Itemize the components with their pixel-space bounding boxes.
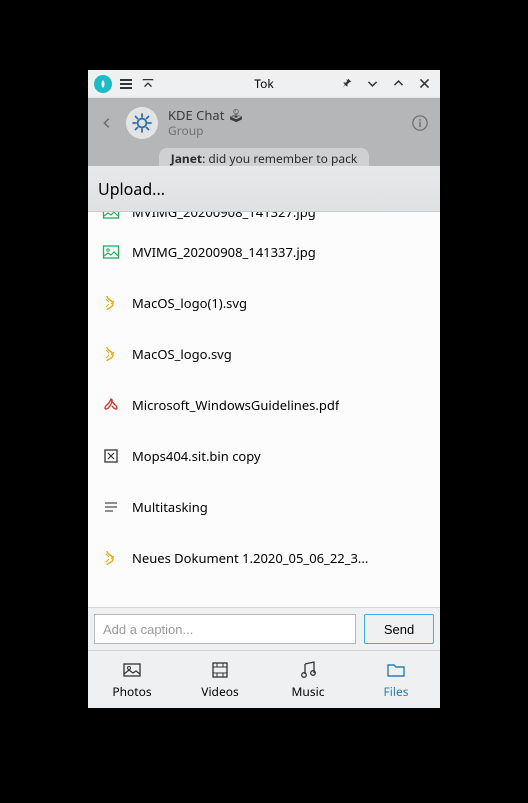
file-name: Mops404.sit.bin copy [132,447,261,465]
message-bubble: Janet: did you remember to pack [159,148,369,166]
pin-icon[interactable] [338,76,354,92]
caption-bar: Send [88,607,440,650]
file-row[interactable]: MVIMG_20200908_141337.jpg [88,226,440,277]
caption-input[interactable] [94,614,356,644]
file-row[interactable]: Multitasking [88,481,440,532]
hamburger-icon[interactable] [118,76,134,92]
info-icon[interactable] [410,113,430,133]
file-name: Microsoft_WindowsGuidelines.pdf [132,396,339,414]
bin-file-icon [102,447,120,465]
svg-file-icon [102,345,120,363]
file-row[interactable]: MVIMG_20200908_141327.jpg [88,212,440,226]
photos-icon [122,660,142,680]
back-icon[interactable] [98,114,116,132]
message-peek: Janet: did you remember to pack [88,148,440,166]
image-file-icon [102,212,120,221]
file-name: MVIMG_20200908_141337.jpg [132,243,316,261]
titlebar-right [338,76,440,92]
file-name: MVIMG_20200908_141327.jpg [132,212,316,221]
chat-avatar[interactable] [126,107,158,139]
text-file-icon [102,498,120,516]
chat-header: KDE Chat 🕹 Group [88,98,440,148]
file-row[interactable]: Microsoft_WindowsGuidelines.pdf [88,379,440,430]
tab-label: Photos [112,683,151,700]
music-icon [298,660,318,680]
svg-file-icon [102,549,120,567]
tab-music[interactable]: Music [264,651,352,708]
tab-photos[interactable]: Photos [88,651,176,708]
file-list[interactable]: MVIMG_20200908_141327.jpg MVIMG_20200908_… [88,212,440,607]
tab-label: Videos [201,683,238,700]
tab-label: Files [384,683,409,700]
app-window: Tok [88,70,440,708]
tab-label: Music [292,683,325,700]
tab-videos[interactable]: Videos [176,651,264,708]
svg-file-icon [102,294,120,312]
file-name: MacOS_logo.svg [132,345,232,363]
close-icon[interactable] [416,76,432,92]
message-sender: Janet [171,150,202,166]
file-row[interactable]: MacOS_logo(1).svg [88,277,440,328]
app-icon [94,75,112,93]
upload-header: Upload... [88,166,440,212]
titlebar: Tok [88,70,440,98]
upload-tabs: Photos Videos Music Files [88,650,440,708]
videos-icon [210,660,230,680]
file-row[interactable]: Neues Dokument 1.2020_05_06_22_3... [88,532,440,583]
file-name: Neues Dokument 1.2020_05_06_22_3... [132,549,368,567]
file-name: MacOS_logo(1).svg [132,294,247,312]
image-file-icon [102,243,120,261]
chat-subtitle: Group [168,124,244,138]
maximize-icon[interactable] [390,76,406,92]
collapse-up-icon[interactable] [140,76,156,92]
send-button[interactable]: Send [364,614,434,644]
titlebar-left [88,75,156,93]
tab-files[interactable]: Files [352,651,440,708]
pdf-file-icon [102,396,120,414]
file-row[interactable]: MacOS_logo.svg [88,328,440,379]
minimize-icon[interactable] [364,76,380,92]
file-name: Multitasking [132,498,208,516]
message-text: : did you remember to pack [202,150,357,166]
upload-title: Upload... [98,178,165,200]
file-row[interactable]: Mops404.sit.bin copy [88,430,440,481]
files-icon [386,660,406,680]
chat-titles: KDE Chat 🕹 Group [168,108,244,138]
